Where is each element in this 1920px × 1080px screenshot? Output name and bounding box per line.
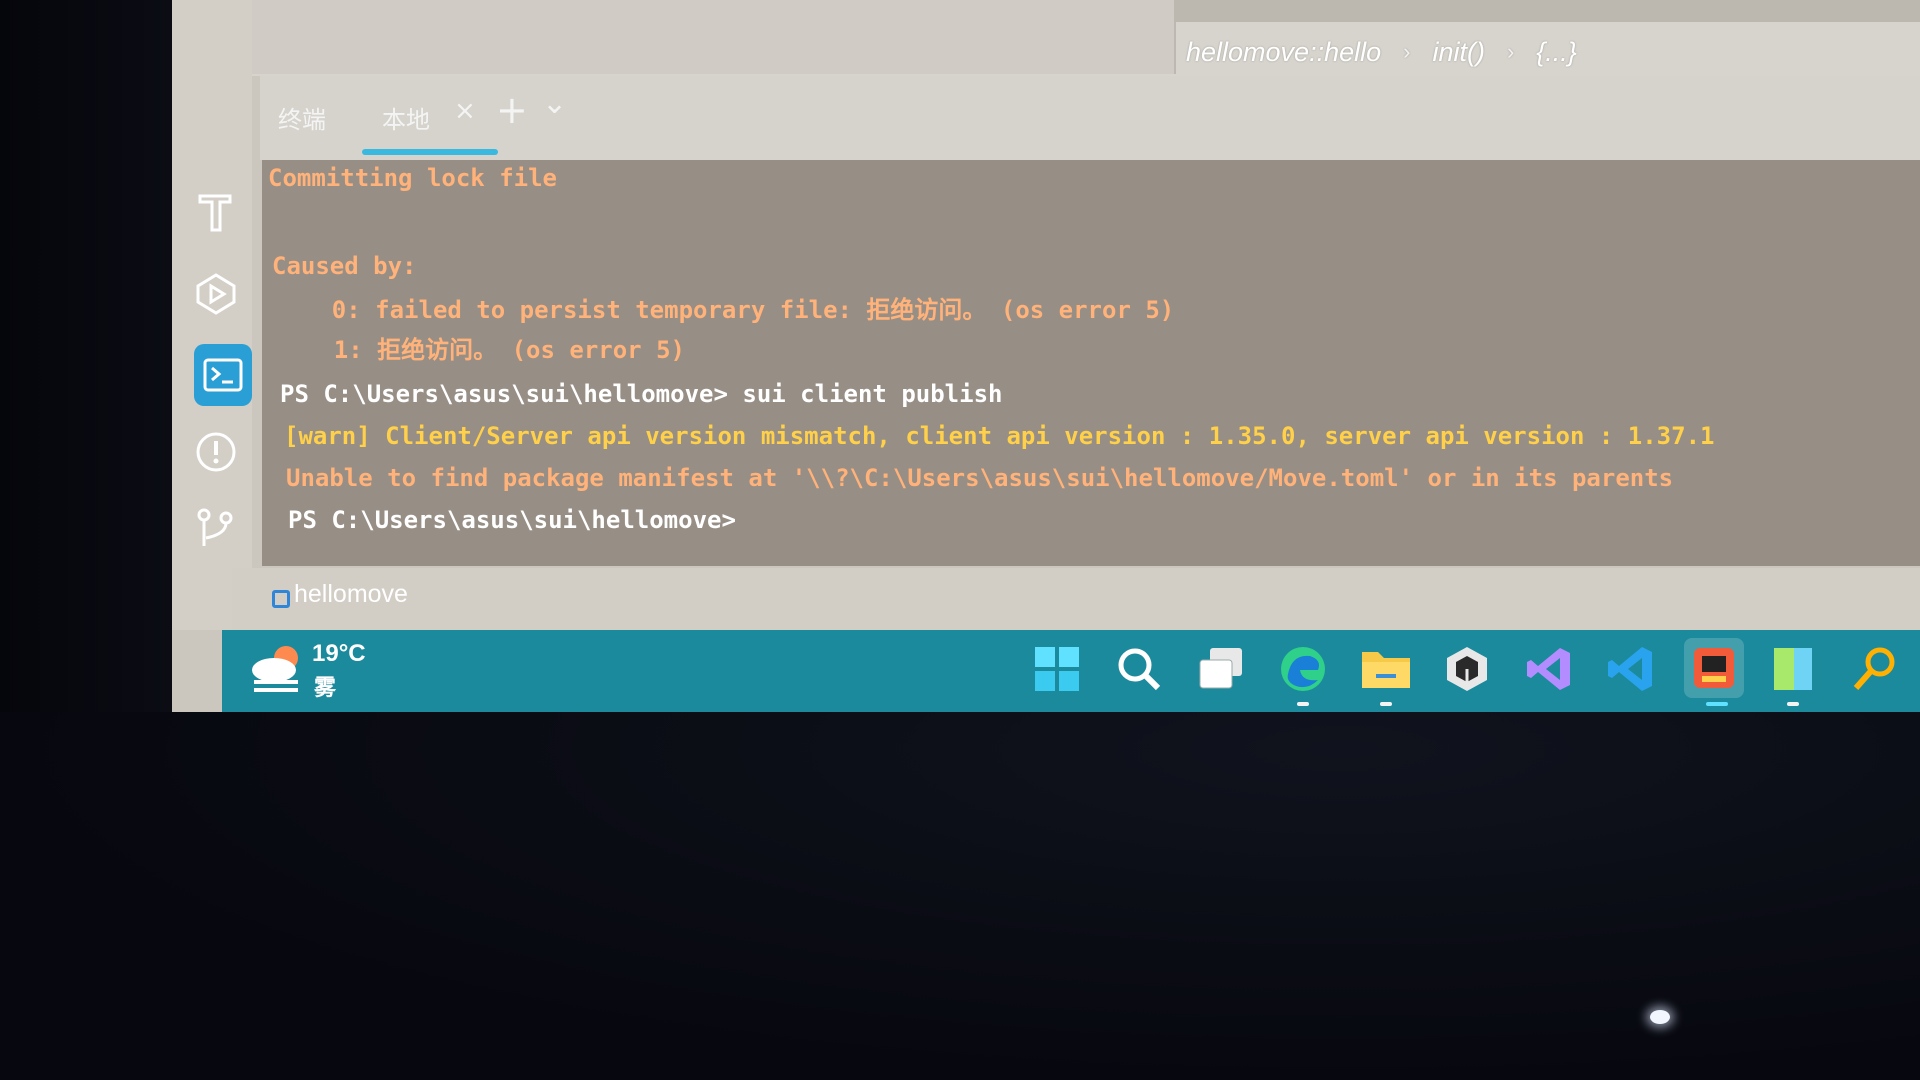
play-circle-icon[interactable] xyxy=(194,272,238,316)
terminal-line: Committing lock file xyxy=(268,164,557,192)
editor-left-pane xyxy=(252,0,1176,74)
status-bar: hellomove xyxy=(232,568,1920,630)
project-name[interactable]: hellomove xyxy=(294,580,408,609)
power-led xyxy=(1650,1010,1670,1024)
tab-local[interactable]: 本地 xyxy=(382,100,430,135)
active-tab-indicator xyxy=(362,149,498,155)
terminal-line: Caused by: xyxy=(272,252,417,280)
notepad-icon[interactable] xyxy=(1768,644,1818,694)
add-terminal-button[interactable]: + xyxy=(496,88,528,132)
breadcrumb: hellomove::hello › init() › {...} xyxy=(1186,30,1577,74)
monitor-screen: hellomove::hello › init() › {...} 终端 本地 … xyxy=(172,0,1920,712)
file-explorer-icon[interactable] xyxy=(1358,644,1410,694)
terminal-output[interactable]: Committing lock file Caused by: 0: faile… xyxy=(262,160,1920,566)
search-icon[interactable] xyxy=(1114,644,1164,694)
app-icon[interactable] xyxy=(1684,638,1744,698)
weather-temperature[interactable]: 19°C xyxy=(312,640,366,668)
terminal-line: Unable to find package manifest at '\\?\… xyxy=(286,464,1674,492)
edge-icon[interactable] xyxy=(1278,644,1328,694)
close-icon[interactable]: × xyxy=(454,96,476,126)
unity-icon[interactable] xyxy=(1442,644,1492,694)
tab-terminal[interactable]: 终端 xyxy=(278,100,326,135)
running-indicator xyxy=(1787,702,1799,706)
terminal-prompt: PS C:\Users\asus\sui\hellomove> xyxy=(288,506,736,534)
activity-bar xyxy=(172,0,252,630)
terminal-line: PS C:\Users\asus\sui\hellomove> sui clie… xyxy=(280,380,1003,408)
active-indicator xyxy=(1706,702,1728,706)
project-icon xyxy=(272,590,290,608)
breadcrumb-block[interactable]: {...} xyxy=(1536,37,1577,68)
git-branch-icon[interactable] xyxy=(194,506,238,550)
terminal-line: 1: 拒绝访问。 (os error 5) xyxy=(276,336,685,364)
hammer-icon[interactable] xyxy=(194,190,238,234)
weather-icon[interactable] xyxy=(248,642,306,698)
breadcrumb-module[interactable]: hellomove::hello xyxy=(1186,37,1381,68)
search-magnifier-icon[interactable] xyxy=(1850,644,1900,694)
windows-taskbar: 19°C 雾 xyxy=(222,630,1920,712)
terminal-line: [warn] Client/Server api version mismatc… xyxy=(284,422,1715,450)
weather-condition[interactable]: 雾 xyxy=(314,670,336,702)
terminal-icon[interactable] xyxy=(194,344,252,406)
desk-surface xyxy=(0,712,1920,1080)
task-view-icon[interactable] xyxy=(1196,644,1246,694)
panel-tab-bar: 终端 本地 × + ⌄ xyxy=(260,76,1920,160)
editor-tab-strip xyxy=(1174,0,1920,22)
breadcrumb-function[interactable]: init() xyxy=(1432,37,1485,68)
running-indicator xyxy=(1297,702,1309,706)
chevron-right-icon: › xyxy=(1506,39,1515,64)
alert-icon[interactable] xyxy=(194,430,238,474)
chevron-down-icon[interactable]: ⌄ xyxy=(542,86,567,121)
chevron-right-icon: › xyxy=(1403,39,1411,64)
terminal-line: 0: failed to persist temporary file: 拒绝访… xyxy=(274,296,1175,324)
vscode-icon[interactable] xyxy=(1606,644,1656,694)
windows-start-icon[interactable] xyxy=(1032,644,1082,694)
editor-header: hellomove::hello › init() › {...} xyxy=(252,0,1920,76)
running-indicator xyxy=(1380,702,1392,706)
visual-studio-icon[interactable] xyxy=(1524,644,1574,694)
